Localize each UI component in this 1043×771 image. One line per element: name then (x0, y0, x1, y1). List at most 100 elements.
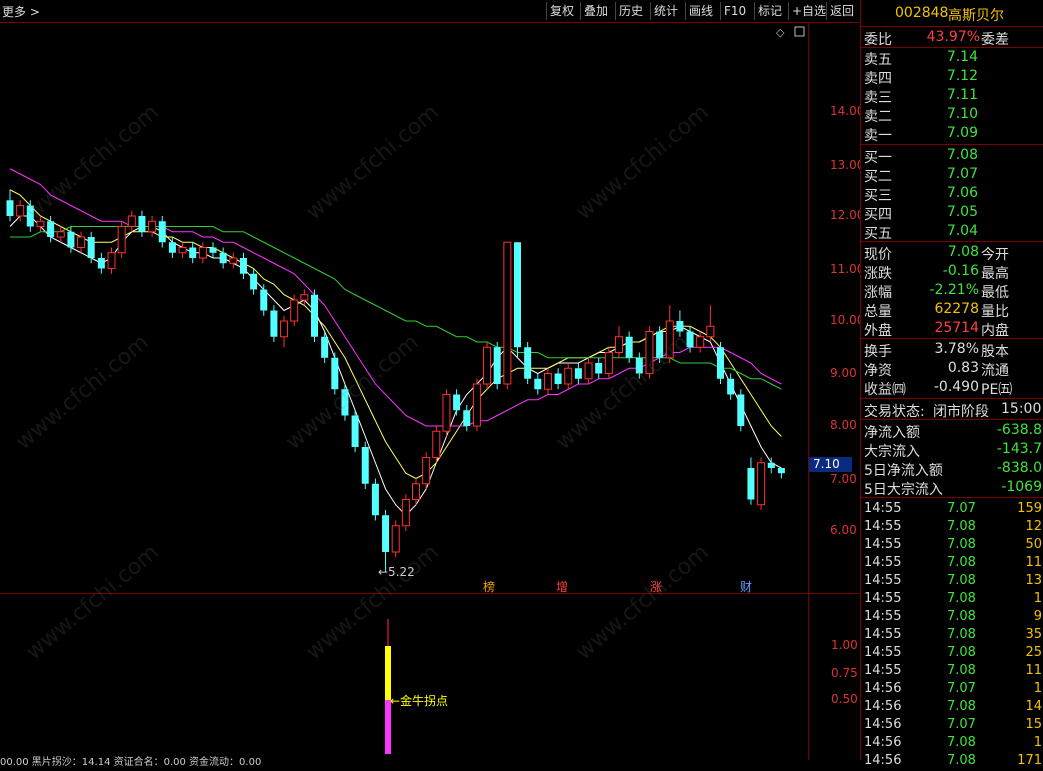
candle (503, 241, 512, 390)
candle-body-down (493, 347, 501, 384)
candle-body-down (331, 357, 339, 390)
toolbar-button-mark[interactable]: 标记 (754, 2, 785, 20)
ask-price: 7.14 (946, 49, 978, 65)
candle-body-down (260, 289, 268, 311)
candle (595, 357, 603, 379)
stock-code[interactable]: 002848 (895, 5, 948, 21)
candle-body-down (625, 336, 633, 358)
tick-row: 14:55 7.08 11 (864, 663, 1042, 678)
candle-body-up (422, 457, 431, 485)
stat-row: 换手 3.78% 股本 (861, 340, 1043, 360)
tick-row: 14:55 7.08 35 (864, 627, 1042, 642)
stat-label: 总量 (864, 304, 892, 320)
indicator-signal-label: ←金牛拐点 (390, 694, 449, 708)
toolbar-button-draw[interactable]: 画线 (685, 2, 716, 20)
stock-name[interactable]: 高斯贝尔 (948, 5, 1004, 25)
stat-label: 流通 (981, 363, 1009, 379)
candle (453, 389, 461, 416)
candle (564, 363, 573, 390)
candle (198, 242, 207, 264)
candle (158, 216, 166, 248)
bid-price: 7.06 (946, 185, 978, 201)
ask-row[interactable]: 卖一 7.09 (861, 124, 1043, 144)
flow-row: 5日大宗流入 -1069 (861, 478, 1043, 498)
toolbar-button-back[interactable]: 返回 (826, 2, 857, 20)
tick-row: 14:56 7.08 1 (864, 735, 1042, 750)
bid-label: 买五 (864, 226, 892, 242)
flow-label: 净流入额 (864, 425, 920, 441)
candle (270, 305, 278, 342)
tick-row: 14:55 7.07 159 (864, 501, 1042, 516)
bid-row[interactable]: 买五 7.04 (861, 222, 1043, 242)
stat-label: 涨幅 (864, 285, 892, 301)
candle (422, 452, 431, 489)
bid-row[interactable]: 买四 7.05 (861, 203, 1043, 223)
flow-row: 大宗流入 -143.7 (861, 440, 1043, 460)
ask-label: 卖一 (864, 128, 892, 144)
ask-label: 卖三 (864, 90, 892, 106)
tick-row: 14:55 7.08 13 (864, 573, 1042, 588)
candle (472, 378, 481, 432)
event-marker-bang[interactable]: 榜 (483, 578, 495, 595)
candle-body-up (483, 346, 492, 385)
candle-body-down (138, 216, 146, 232)
candle (757, 457, 766, 510)
candlestick-series (6, 189, 785, 572)
bid-price: 7.04 (946, 223, 978, 239)
candle (493, 342, 501, 390)
toolbar-button-add-watchlist[interactable]: +自选 (788, 2, 829, 20)
ask-price: 7.12 (946, 68, 978, 84)
candle-body-down (574, 368, 582, 379)
ask-row[interactable]: 卖五 7.14 (861, 48, 1043, 68)
candle-body-up (178, 247, 187, 254)
candle-body-up (432, 430, 441, 458)
candle-body-up (472, 383, 481, 427)
bid-row[interactable]: 买一 7.08 (861, 146, 1043, 166)
ask-row[interactable]: 卖四 7.12 (861, 67, 1043, 87)
ask-price: 7.09 (946, 125, 978, 141)
candle-body-down (747, 468, 755, 500)
candle-body-down (767, 462, 775, 468)
more-menu-button[interactable]: 更多 > (2, 3, 40, 20)
candle (727, 373, 735, 400)
order-ratio-row: 委比 43.97% 委差 (861, 28, 1043, 48)
candle (524, 342, 532, 384)
candle (290, 294, 299, 327)
tick-row: 14:55 7.08 9 (864, 609, 1042, 624)
toolbar-button-overlay[interactable]: 叠加 (580, 2, 611, 20)
candle-body-up (706, 325, 715, 338)
event-marker-zeng[interactable]: 增 (556, 578, 568, 595)
toolbar-button-fuquan[interactable]: 复权 (546, 2, 577, 20)
candle-body-down (250, 273, 258, 290)
ask-label: 卖四 (864, 71, 892, 87)
diamond-icon: ◇ (776, 26, 785, 39)
toolbar-button-history[interactable]: 历史 (615, 2, 646, 20)
toolbar-button-f10[interactable]: F10 (720, 2, 749, 20)
candle (178, 242, 187, 258)
stat-label: 外盘 (864, 323, 892, 339)
candle (321, 331, 329, 363)
tick-row: 14:55 7.08 25 (864, 645, 1042, 660)
flow-value: -143.7 (996, 441, 1042, 457)
ask-row[interactable]: 卖三 7.11 (861, 86, 1043, 106)
ask-price: 7.11 (946, 87, 978, 103)
bid-price: 7.05 (946, 204, 978, 220)
bid-row[interactable]: 买三 7.06 (861, 184, 1043, 204)
stat-label: 收益㈣ (864, 382, 906, 398)
candle (432, 426, 441, 463)
candle (483, 342, 492, 390)
order-ratio-value: 43.97% (926, 29, 980, 45)
ask-row[interactable]: 卖二 7.10 (861, 105, 1043, 125)
candle-body-up (564, 367, 573, 385)
price-tick: 8.00 (830, 418, 857, 432)
bid-row[interactable]: 买二 7.07 (861, 165, 1043, 185)
candle (737, 389, 745, 432)
candle-body-up (56, 231, 65, 238)
toolbar-button-statistics[interactable]: 统计 (650, 2, 681, 20)
stat-label: 涨跌 (864, 266, 892, 282)
event-marker-cai[interactable]: 财 (740, 578, 752, 595)
candle (189, 242, 197, 264)
candle-body-down (158, 221, 166, 243)
candle-body-down (168, 242, 176, 253)
candle (229, 252, 238, 269)
